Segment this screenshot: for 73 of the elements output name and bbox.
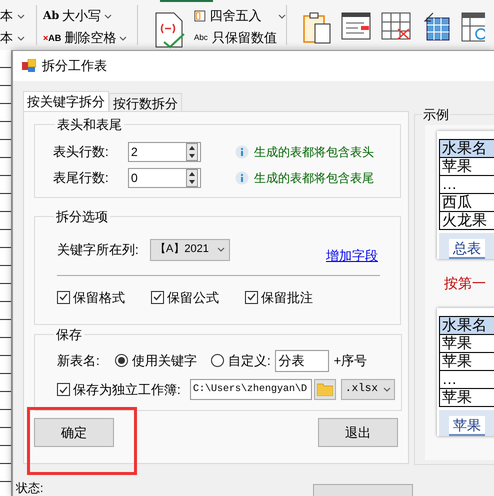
app-icon (22, 59, 36, 73)
group-title: 拆分选项 (55, 208, 109, 226)
folder-icon (317, 383, 333, 396)
round-icon (194, 9, 206, 23)
field-label: 关键字所在列: (57, 240, 140, 259)
sheet-cell: 水果名 (440, 316, 494, 334)
sheet-cell: 苹果 (440, 352, 494, 370)
status-label: 状态: (16, 481, 44, 495)
group-title: 示例 (422, 106, 450, 124)
add-field-link[interactable]: 增加字段 (326, 246, 378, 266)
chevron-down-icon (104, 14, 112, 18)
spin-buttons[interactable] (186, 142, 198, 160)
radio-button[interactable] (115, 354, 128, 367)
field-label: 表头行数: (53, 142, 110, 161)
window-title: 拆分工作表 (42, 57, 107, 76)
chevron-down-icon (278, 14, 286, 18)
grid-delete-icon[interactable] (381, 12, 411, 40)
field-label: 新表名: (57, 352, 101, 370)
clipboard-icon[interactable] (303, 12, 331, 44)
ok-button[interactable]: 确定 (34, 418, 114, 447)
chevron-down-icon (217, 247, 225, 252)
chevron-down-icon (17, 14, 25, 18)
chevron-down-icon (17, 36, 25, 40)
checkbox[interactable] (151, 290, 164, 304)
ribbon-menu-button[interactable]: Ab 大小写 (43, 8, 137, 24)
tab[interactable]: 按关键字拆分 (23, 91, 109, 111)
checkbox[interactable] (57, 290, 70, 304)
font-dropdown[interactable]: 本 (0, 30, 36, 46)
font-dropdown[interactable]: 本 (0, 8, 36, 24)
ribbon-menu-button[interactable]: ×AB 删除空格 (43, 30, 137, 46)
exit-button[interactable]: 退出 (318, 418, 398, 447)
sheet-cell: 苹果 (440, 388, 494, 406)
sheet-cell: 苹果 (440, 334, 494, 352)
field-label: 表尾行数: (53, 168, 110, 187)
example-caption: 按第一 (444, 274, 487, 292)
group-title: 保存 (55, 326, 83, 344)
group-title: 表头和表尾 (56, 116, 123, 134)
custom-name-field[interactable]: 分表 (274, 350, 329, 372)
checkbox-label: 保留格式 (73, 288, 125, 306)
suffix-text: +序号 (334, 352, 368, 370)
format-dropdown[interactable]: .xlsx (341, 379, 395, 400)
info-icon (235, 144, 249, 158)
hint-text: 生成的表都将包含表头 (254, 144, 374, 160)
path-field[interactable]: C:\Users\zhengyan\D (190, 379, 312, 400)
checkbox-label: 保留批注 (261, 288, 313, 306)
number-field[interactable]: 2 (128, 142, 201, 162)
ribbon-menu-button[interactable]: Abc 只保留数值 (194, 30, 286, 46)
checkbox[interactable] (245, 290, 258, 304)
radio-label: 自定义: (228, 352, 271, 370)
form-icon[interactable] (341, 12, 371, 40)
checkbox[interactable] (57, 383, 70, 396)
info-icon (235, 170, 249, 184)
sheet-cell: … (440, 370, 494, 388)
sheet-cell: 火龙果 (440, 212, 494, 230)
grid-arrow-icon[interactable] (421, 12, 451, 42)
radio-label: 使用关键字 (132, 352, 197, 370)
sheet-cell: 苹果 (440, 158, 494, 176)
hint-text: 生成的表都将包含表尾 (254, 170, 374, 186)
chevron-down-icon (383, 387, 391, 392)
ribbon-menu-button[interactable]: 四舍五入 (194, 8, 286, 24)
radio-button[interactable] (211, 354, 224, 367)
active-tab-indicator (160, 0, 213, 2)
document-check-icon[interactable] (154, 12, 186, 48)
tab[interactable]: 按行数拆分 (109, 93, 182, 111)
checkbox-label: 保存为独立工作簿: (73, 380, 181, 399)
sheet-cell: 水果名 (440, 140, 494, 158)
number-field[interactable]: 0 (128, 168, 201, 188)
table-icon[interactable] (461, 12, 485, 42)
spin-buttons[interactable] (186, 168, 198, 186)
sheet-cell: 西瓜 (440, 194, 494, 212)
column-dropdown[interactable]: 【A】2021 (150, 238, 230, 260)
chevron-down-icon (119, 36, 128, 40)
checkbox-label: 保留公式 (167, 288, 219, 306)
